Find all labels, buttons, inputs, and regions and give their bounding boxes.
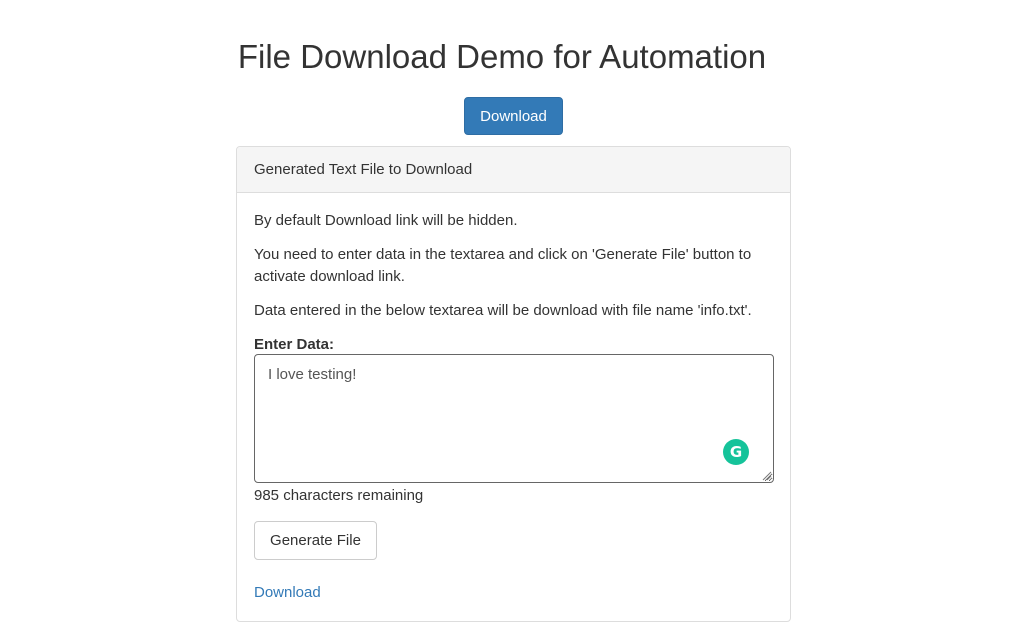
- grammarly-icon[interactable]: G: [723, 439, 749, 465]
- download-link[interactable]: Download: [254, 583, 321, 603]
- page-title: File Download Demo for Automation: [237, 38, 767, 75]
- textarea-wrapper: G: [254, 354, 774, 483]
- download-panel: Generated Text File to Download By defau…: [236, 146, 791, 622]
- download-button[interactable]: Download: [464, 97, 563, 135]
- data-textarea[interactable]: [254, 354, 774, 483]
- hidden-link-note: By default Download link will be hidden.: [254, 212, 518, 229]
- generate-file-button[interactable]: Generate File: [254, 521, 377, 560]
- characters-remaining: 985 characters remaining: [254, 487, 424, 504]
- page: File Download Demo for Automation Downlo…: [0, 0, 1024, 631]
- panel-heading: Generated Text File to Download: [237, 147, 790, 193]
- filename-note: Data entered in the below textarea will …: [254, 302, 752, 319]
- enter-data-label: Enter Data:: [254, 336, 335, 353]
- instruction-text: You need to enter data in the textarea a…: [254, 246, 752, 285]
- resize-handle-icon[interactable]: [762, 471, 772, 481]
